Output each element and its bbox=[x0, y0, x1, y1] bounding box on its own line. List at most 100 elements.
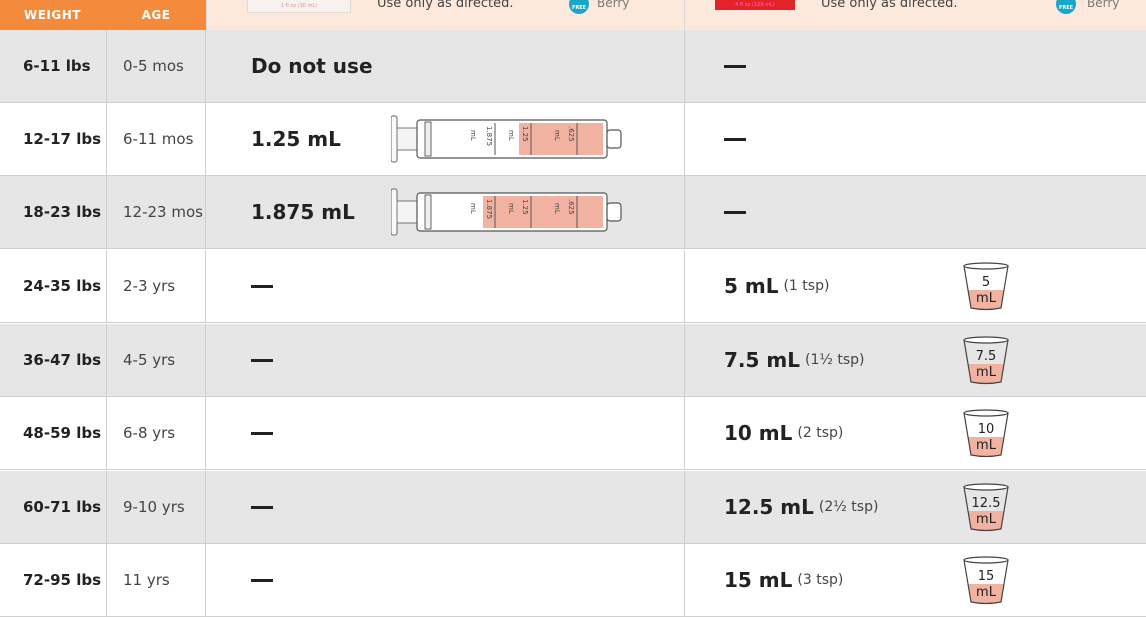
product-2-dose-cell bbox=[684, 30, 1146, 102]
weight-cell: 6-11 lbs bbox=[23, 57, 91, 75]
product-2-note: Use only as directed. bbox=[821, 0, 958, 11]
product-2-dose-cell: 10 mL (2 tsp) 10 mL bbox=[684, 397, 1146, 469]
oral-syringe-icon: 1.875 mL 1.25 mL .625 mL bbox=[391, 115, 622, 163]
syringe-mark-label: .625 bbox=[567, 199, 575, 215]
dose-teaspoon-note: (2½ tsp) bbox=[818, 499, 879, 515]
free-badge-icon: FREE bbox=[569, 0, 589, 14]
age-cell: 0-5 mos bbox=[106, 30, 206, 102]
table-row: 12-17 lbs 6-11 mos 1.25 mL 1.875 mL 1.25 mL .62… bbox=[0, 103, 1146, 176]
product-1-dose-cell bbox=[206, 324, 684, 396]
cup-unit-label: mL bbox=[976, 291, 997, 306]
weight-cell: 12-17 lbs bbox=[23, 130, 102, 148]
not-applicable-dash bbox=[724, 64, 746, 68]
product-1-dose-cell: Do not use bbox=[206, 30, 684, 102]
age-cell: 2-3 yrs bbox=[106, 250, 206, 322]
dosing-cup-icon: 10mL bbox=[963, 409, 1009, 458]
header-weight: WEIGHT bbox=[0, 0, 106, 30]
syringe-unit-label: mL bbox=[469, 130, 477, 141]
cup-unit-label: mL bbox=[976, 438, 997, 453]
product-2-box: 4 fl oz (120 mL) bbox=[715, 0, 795, 10]
dose-amount: Do not use bbox=[251, 54, 373, 78]
header-age: AGE bbox=[106, 0, 206, 30]
syringe-liquid bbox=[483, 196, 603, 228]
dosing-chart: WEIGHT AGE 1 fl oz (30 mL) Use only as d… bbox=[0, 0, 1146, 617]
cup-unit-label: mL bbox=[976, 585, 997, 600]
dose-amount: 10 mL bbox=[724, 421, 793, 445]
product-2-dose-cell: 7.5 mL (1½ tsp) 7.5 mL bbox=[684, 324, 1146, 396]
dose-amount: 15 mL bbox=[724, 568, 793, 592]
syringe-unit-label: mL bbox=[507, 203, 515, 214]
product-2-dose-cell bbox=[684, 103, 1146, 175]
weight-cell: 18-23 lbs bbox=[23, 203, 102, 221]
not-applicable-dash bbox=[251, 578, 273, 582]
cup-volume-label: 10 bbox=[978, 422, 995, 437]
not-applicable-dash bbox=[251, 284, 273, 288]
syringe-unit-label: mL bbox=[553, 203, 561, 214]
not-applicable-dash bbox=[724, 137, 746, 141]
product-2-flavor: Berry bbox=[1087, 0, 1120, 10]
table-row: 6-11 lbs 0-5 mos Do not use bbox=[0, 30, 1146, 103]
product-1-dose-cell: 1.25 mL 1.875 mL 1.25 mL .625 mL bbox=[206, 103, 684, 175]
cup-volume-label: 5 bbox=[982, 275, 990, 290]
product-1-flavor: Berry bbox=[597, 0, 630, 10]
age-cell: 4-5 yrs bbox=[106, 324, 206, 396]
product-1-note: Use only as directed. bbox=[377, 0, 514, 11]
syringe-mark-label: 1.25 bbox=[521, 126, 529, 142]
dose-amount: 5 mL bbox=[724, 274, 779, 298]
not-applicable-dash bbox=[251, 358, 273, 362]
weight-cell: 72-95 lbs bbox=[23, 571, 102, 589]
cup-unit-label: mL bbox=[976, 512, 997, 527]
product-2-dose-cell: 15 mL (3 tsp) 15 mL bbox=[684, 544, 1146, 616]
weight-cell: 36-47 lbs bbox=[23, 351, 102, 369]
dose-teaspoon-note: (1 tsp) bbox=[783, 278, 830, 294]
oral-syringe-icon: 1.875 mL 1.25 mL .625 mL bbox=[391, 188, 622, 236]
dose-teaspoon-note: (2 tsp) bbox=[797, 425, 844, 441]
header-product-2: 4 fl oz (120 mL) Use only as directed. F… bbox=[684, 0, 1146, 30]
product-1-dose-cell bbox=[206, 471, 684, 543]
table-header: WEIGHT AGE 1 fl oz (30 mL) Use only as d… bbox=[0, 0, 1146, 30]
weight-cell: 60-71 lbs bbox=[23, 498, 102, 516]
free-badge-icon: FREE bbox=[1056, 0, 1076, 14]
age-cell: 11 yrs bbox=[106, 544, 206, 616]
product-1-dose-cell bbox=[206, 544, 684, 616]
dose-amount: 1.25 mL bbox=[251, 127, 341, 151]
age-cell: 6-8 yrs bbox=[106, 397, 206, 469]
syringe-unit-label: mL bbox=[507, 130, 515, 141]
dosing-cup-icon: 7.5mL bbox=[963, 336, 1009, 385]
table-row: 18-23 lbs 12-23 mos 1.875 mL 1.875 mL 1.25 mL.… bbox=[0, 176, 1146, 249]
dose-amount: 7.5 mL bbox=[724, 348, 800, 372]
dosing-cup-icon: 5mL bbox=[963, 262, 1009, 311]
dosing-cup-icon: 15mL bbox=[963, 556, 1009, 605]
cup-volume-label: 15 bbox=[978, 569, 995, 584]
table-row: 36-47 lbs 4-5 yrs 7.5 mL (1½ tsp) 7.5 mL bbox=[0, 324, 1146, 397]
dose-teaspoon-note: (1½ tsp) bbox=[804, 352, 865, 368]
product-2-dose-cell: 12.5 mL (2½ tsp) 12.5 mL bbox=[684, 471, 1146, 543]
product-1-dose-cell: 1.875 mL 1.875 mL 1.25 mL .625 mL bbox=[206, 176, 684, 248]
dose-amount: 1.875 mL bbox=[251, 200, 355, 224]
header-product-1: 1 fl oz (30 mL) Use only as directed. FR… bbox=[206, 0, 684, 30]
syringe-mark-label: 1.875 bbox=[485, 199, 493, 219]
dose-teaspoon-note: (3 tsp) bbox=[797, 572, 844, 588]
dose-amount: 12.5 mL bbox=[724, 495, 814, 519]
table-row: 24-35 lbs 2-3 yrs 5 mL (1 tsp) 5 mL bbox=[0, 250, 1146, 323]
table-row: 48-59 lbs 6-8 yrs 10 mL (2 tsp) 10 mL bbox=[0, 397, 1146, 470]
product-1-box: 1 fl oz (30 mL) bbox=[247, 0, 351, 13]
product-1-dose-cell bbox=[206, 250, 684, 322]
product-2-dose-cell bbox=[684, 176, 1146, 248]
age-cell: 9-10 yrs bbox=[106, 471, 206, 543]
syringe-mark-label: 1.25 bbox=[521, 199, 529, 215]
weight-cell: 24-35 lbs bbox=[23, 277, 102, 295]
syringe-mark-label: .625 bbox=[567, 126, 575, 142]
table-row: 72-95 lbs 11 yrs 15 mL (3 tsp) 15 mL bbox=[0, 544, 1146, 617]
cup-unit-label: mL bbox=[976, 365, 997, 380]
not-applicable-dash bbox=[724, 210, 746, 214]
age-cell: 6-11 mos bbox=[106, 103, 206, 175]
syringe-unit-label: mL bbox=[469, 203, 477, 214]
not-applicable-dash bbox=[251, 505, 273, 509]
weight-cell: 48-59 lbs bbox=[23, 424, 102, 442]
dosing-cup-icon: 12.5mL bbox=[963, 483, 1009, 532]
syringe-mark-label: 1.875 bbox=[485, 126, 493, 146]
not-applicable-dash bbox=[251, 431, 273, 435]
cup-volume-label: 7.5 bbox=[976, 349, 997, 364]
syringe-unit-label: mL bbox=[553, 130, 561, 141]
